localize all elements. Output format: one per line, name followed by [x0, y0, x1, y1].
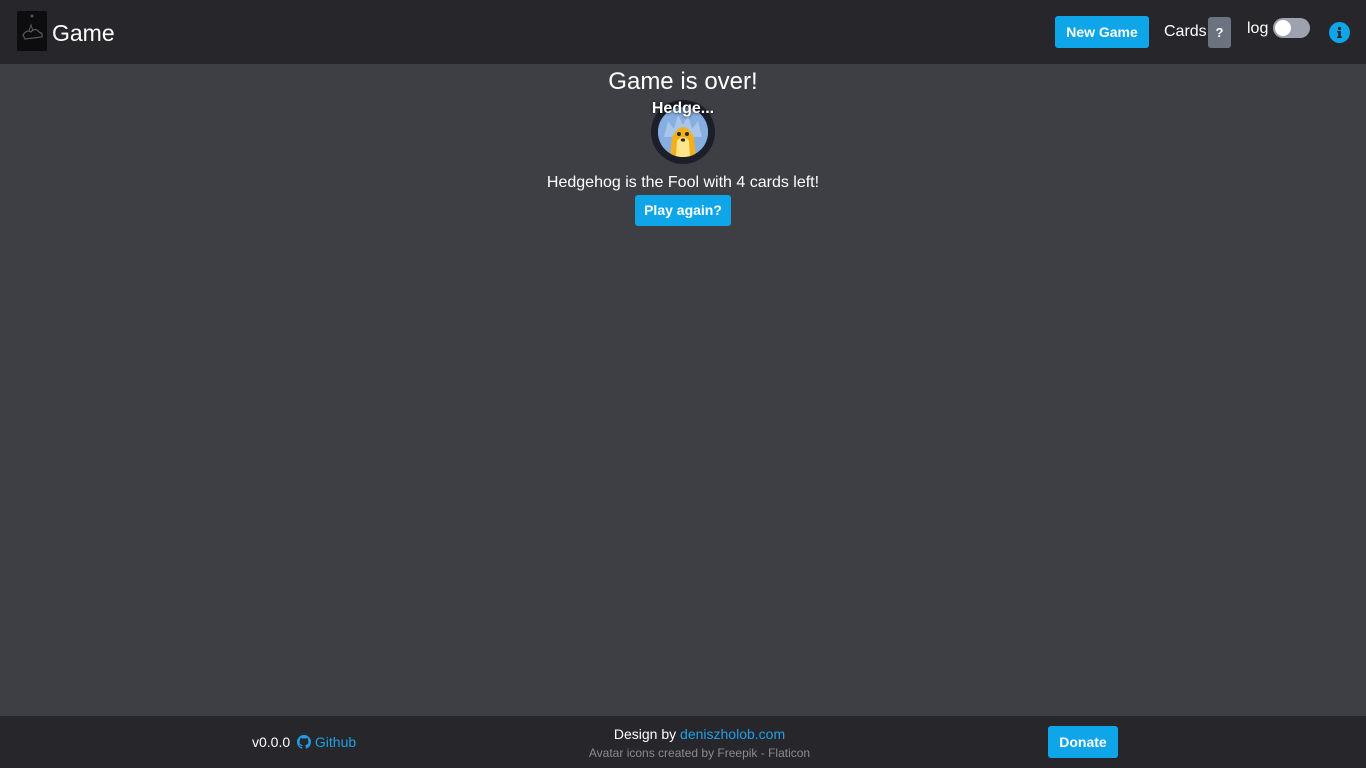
avatar-credit: Avatar icons created by Freepik - Flatic…: [588, 746, 811, 760]
log-label: log: [1247, 20, 1269, 37]
log-toggle[interactable]: [1273, 18, 1310, 38]
result-message: Hedgehog is the Fool with 4 cards left!: [546, 174, 820, 191]
cards-label: Cards: [1164, 23, 1207, 40]
player-name: Hedge...: [651, 100, 715, 117]
footer: v0.0.0 Github Design by deniszholob.com …: [0, 716, 1366, 768]
designer-link[interactable]: deniszholob.com: [680, 726, 785, 742]
game-over-title: Game is over!: [608, 68, 758, 95]
info-icon[interactable]: [1329, 22, 1350, 43]
logo-icon[interactable]: [17, 11, 47, 51]
cards-count-badge: ?: [1208, 17, 1231, 48]
design-credit: Design by deniszholob.com: [0, 726, 1366, 743]
donate-button[interactable]: Donate: [1048, 726, 1118, 758]
app-title[interactable]: Game: [52, 19, 115, 47]
design-prefix: Design by: [613, 726, 681, 742]
top-nav: Game New Game Cards ? log: [0, 0, 1366, 64]
new-game-button[interactable]: New Game: [1055, 16, 1149, 48]
play-again-button[interactable]: Play again?: [635, 195, 731, 226]
toggle-knob: [1275, 20, 1291, 36]
